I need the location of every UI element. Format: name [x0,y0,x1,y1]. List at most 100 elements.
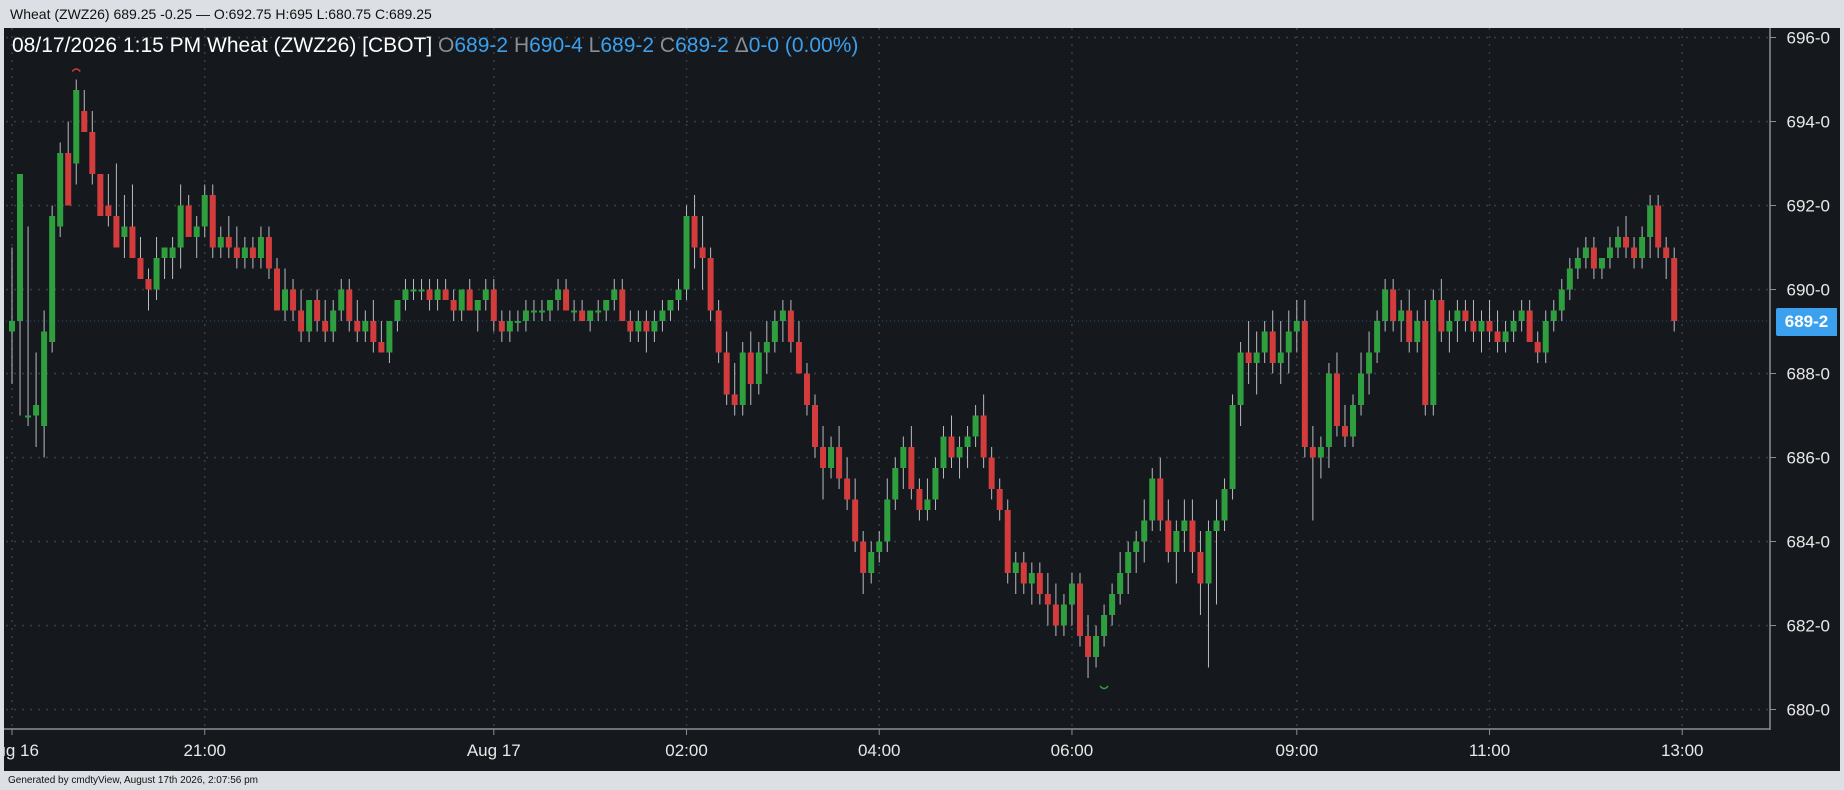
x-tick-label: 09:00 [1276,741,1319,760]
candle-body [844,478,851,500]
x-tick-label: 04:00 [858,741,901,760]
candle-body [490,289,497,321]
candle-body [1068,583,1075,605]
candle-body [956,447,963,458]
candle-body [1566,268,1573,290]
candle-body [442,289,449,300]
y-tick-label: 688-0 [1787,365,1830,384]
candle-body [1631,247,1638,258]
session-low-marker [1099,685,1109,690]
candle-body [378,342,385,353]
candle-body [1639,237,1646,258]
candle-body [1414,321,1421,342]
candle-body [619,289,626,321]
last-price-flag: 689-2 [1776,308,1837,336]
candle-body [1261,331,1268,353]
y-tick-label: 696-0 [1787,29,1830,48]
candle-body [1655,205,1662,248]
x-tick-label: Aug 16 [4,741,39,760]
candle-body [1101,615,1108,636]
chart-frame[interactable]: 680-0 682-0 684-0 686-0 688-0 690-0 692-0 694-0… [4,28,1840,771]
candle-body [290,289,297,311]
candle-body [530,310,537,313]
candle-body [812,405,818,447]
candle-body [362,321,369,332]
candle-body [1301,321,1308,447]
candle-body [739,352,746,405]
candle-body [33,405,40,416]
candle-body [450,300,457,311]
candle-body [579,310,586,321]
header-datetime: 08/17/2026 1:15 PM [12,34,202,57]
candle-body [1446,321,1453,332]
header-open-label: O [438,34,455,57]
candle-body [257,237,264,258]
candle-body [73,90,80,164]
candle-body [1430,300,1437,405]
candle-body [1494,331,1501,342]
candle-body [113,216,120,248]
candle-body [1277,352,1284,363]
chart-header: 08/17/2026 1:15 PM Wheat (ZWZ26) [CBOT] … [12,34,858,58]
candle-body [346,289,353,321]
candle-body [795,342,802,374]
candle-body [322,321,329,332]
header-symbol: Wheat (ZWZ26) [CBOT] [207,34,433,57]
candle-body [547,300,554,311]
candle-body [1117,573,1124,594]
candle-body [89,132,96,174]
candle-body [1510,321,1517,332]
header-open-value: 689-2 [454,34,509,57]
candle-body [1189,520,1196,552]
candle-body [1462,310,1469,321]
candle-body [1253,352,1260,363]
candle-body [241,247,248,258]
candle-body [522,310,529,321]
candle-body [25,415,32,418]
candle-body [988,457,995,489]
candle-body [1534,342,1541,353]
candle-body [747,352,754,384]
candle-body [1004,510,1011,573]
candle-body [153,258,160,290]
candle-body [129,226,136,258]
candle-body [498,321,505,332]
candle-body [787,310,794,342]
window-title-bar: Wheat (ZWZ26) 689.25 -0.25 — O:692.75 H:… [0,0,1844,28]
candle-body [1526,310,1533,342]
candle-body [161,247,168,258]
header-low-value: 689-2 [600,34,655,57]
candle-body [1366,352,1373,374]
candle-body [121,226,128,237]
candle-body [193,226,200,237]
candle-body [1285,331,1292,353]
footer-bar: Generated by cmdtyView, August 17th 2026… [0,771,1844,790]
candle-body [1374,321,1381,353]
x-tick-label: Aug 17 [467,741,521,760]
price-chart[interactable]: 680-0 682-0 684-0 686-0 688-0 690-0 692-0 694-0… [4,28,1840,771]
candle-body [1181,520,1188,531]
candle-body [1390,289,1397,321]
candle-body [980,415,987,458]
y-tick-label: 684-0 [1787,533,1830,552]
candle-body [1044,594,1051,605]
candle-body [1020,562,1027,584]
candle-body [603,300,610,311]
candle-body [667,300,674,311]
candle-body [836,447,843,479]
candle-body [386,321,393,353]
candle-body [217,237,224,248]
session-high-marker [71,68,81,72]
candle-body [1502,331,1509,342]
footer-generated-text: Generated by cmdtyView, August 17th 2026… [8,775,258,786]
x-tick-label: 11:00 [1469,741,1510,760]
candle-body [1036,573,1043,594]
candle-body [474,300,481,311]
candle-body [1165,520,1172,552]
candle-body [763,342,770,353]
candle-body [1157,478,1164,521]
candle-body [145,279,152,290]
candle-body [1060,604,1067,626]
candle-body [972,415,979,437]
candle-body [627,321,634,332]
